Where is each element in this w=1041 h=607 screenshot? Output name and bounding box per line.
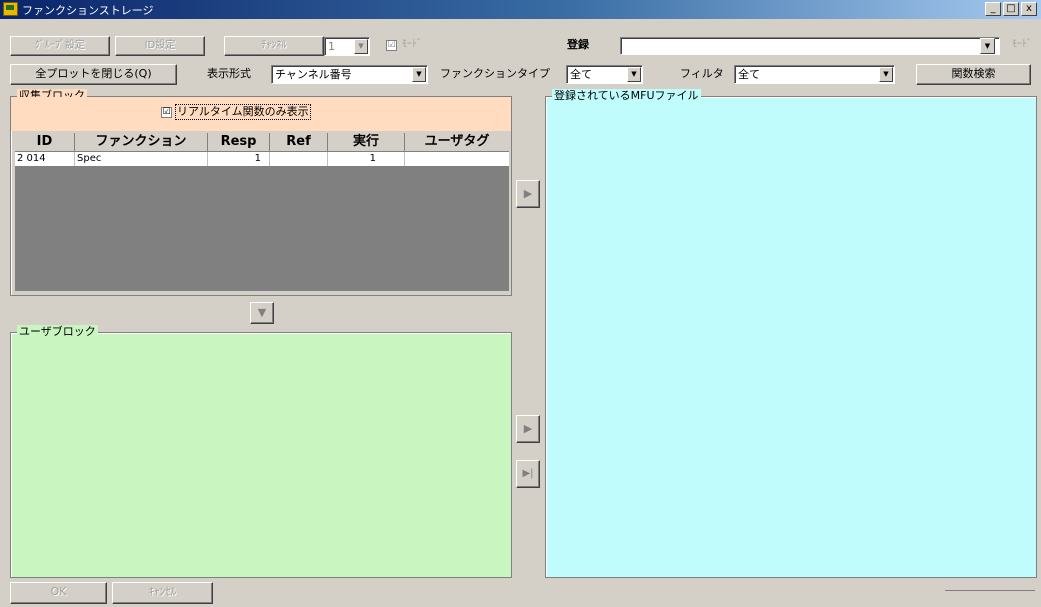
col-id[interactable]: ID: [15, 133, 75, 152]
title-bar: ファンクションストレージ _ □ x: [0, 0, 1041, 19]
right-arrow-icon: ▶: [523, 187, 533, 200]
filter-value: 全て: [738, 68, 760, 81]
spin-arrow-icon[interactable]: ▼: [354, 39, 368, 54]
mfu-files-title: 登録されているMFUファイル: [552, 89, 701, 103]
move-down-button[interactable]: ▼: [250, 302, 274, 324]
register-dropdown-icon[interactable]: ▼: [980, 38, 995, 54]
col-exec[interactable]: 実行: [328, 133, 405, 152]
status-bar: [945, 590, 1035, 604]
cancel-button[interactable]: ｷｬﾝｾﾙ: [112, 582, 213, 604]
mfu-files-panel[interactable]: 登録されているMFUファイル: [545, 89, 1037, 578]
function-type-select[interactable]: 全て ▼: [566, 65, 643, 84]
display-format-label: 表示形式: [207, 67, 251, 80]
realtime-only-label: リアルタイム関数のみ表示: [175, 104, 311, 120]
group-setting-button[interactable]: ｸﾞﾙｰﾌﾟ設定: [10, 36, 110, 56]
cell-ref: [270, 152, 328, 166]
col-resp[interactable]: Resp: [208, 133, 270, 152]
right-arrow-icon: ▶: [523, 422, 533, 435]
realtime-checkbox[interactable]: ☑: [161, 107, 172, 118]
transfer-right-button[interactable]: ▶: [516, 415, 540, 443]
col-function[interactable]: ファンクション: [75, 133, 208, 152]
transfer-right-button-top[interactable]: ▶: [516, 180, 540, 208]
function-type-label: ファンクションタイプ: [440, 67, 550, 80]
register-field[interactable]: [620, 37, 1000, 55]
register-label: 登録: [567, 38, 589, 51]
cell-id: 2 014: [15, 152, 75, 166]
close-button[interactable]: x: [1021, 2, 1037, 16]
down-arrow-icon: ▼: [257, 306, 267, 319]
mode-right-label: ﾓｰﾄﾞ: [1012, 39, 1032, 50]
collect-table: ID ファンクション Resp Ref 実行 ユーザタグ 2 014 Spec …: [15, 133, 509, 291]
window-title: ファンクションストレージ: [22, 4, 154, 17]
mode-label: ﾓｰﾄﾞ: [402, 39, 422, 50]
function-search-button[interactable]: 関数検索: [916, 64, 1031, 85]
col-ref[interactable]: Ref: [270, 133, 328, 152]
cell-function: Spec: [75, 152, 208, 166]
app-icon: [3, 2, 18, 16]
chevron-down-icon[interactable]: ▼: [879, 67, 893, 82]
chevron-down-icon[interactable]: ▼: [412, 67, 426, 82]
mode-checkbox[interactable]: ☑: [386, 40, 397, 51]
close-all-plots-button[interactable]: 全プロットを閉じる(Q): [10, 64, 177, 85]
table-row[interactable]: 2 014 Spec 1 1: [15, 152, 509, 166]
display-format-value: チャンネル番号: [275, 68, 352, 81]
last-arrow-icon: ▶|: [522, 468, 534, 479]
function-type-value: 全て: [570, 68, 592, 81]
user-block: ユーザブロック: [10, 325, 512, 578]
filter-label: フィルタ: [680, 67, 724, 80]
maximize-button[interactable]: □: [1003, 2, 1019, 16]
display-format-select[interactable]: チャンネル番号 ▼: [271, 65, 428, 84]
transfer-last-button[interactable]: ▶|: [516, 460, 540, 488]
minimize-button[interactable]: _: [985, 2, 1001, 16]
channel-spin[interactable]: 1 ▼: [324, 37, 370, 56]
table-header: ID ファンクション Resp Ref 実行 ユーザタグ: [15, 133, 509, 152]
ok-button[interactable]: OK: [10, 582, 107, 604]
channel-spin-value: 1: [328, 40, 335, 53]
cell-resp: 1: [208, 152, 270, 166]
cell-user-tag: [405, 152, 509, 166]
channel-button[interactable]: ﾁｬﾝﾈﾙ: [224, 36, 324, 56]
cell-exec: 1: [328, 152, 405, 166]
user-block-title: ユーザブロック: [17, 325, 98, 339]
collect-block: 収集ブロック ☑ リアルタイム関数のみ表示 ID ファンクション Resp Re…: [10, 89, 512, 296]
col-user-tag[interactable]: ユーザタグ: [405, 133, 509, 152]
chevron-down-icon[interactable]: ▼: [627, 67, 641, 82]
filter-select[interactable]: 全て ▼: [734, 65, 895, 84]
id-setting-button[interactable]: ID設定: [115, 36, 205, 56]
